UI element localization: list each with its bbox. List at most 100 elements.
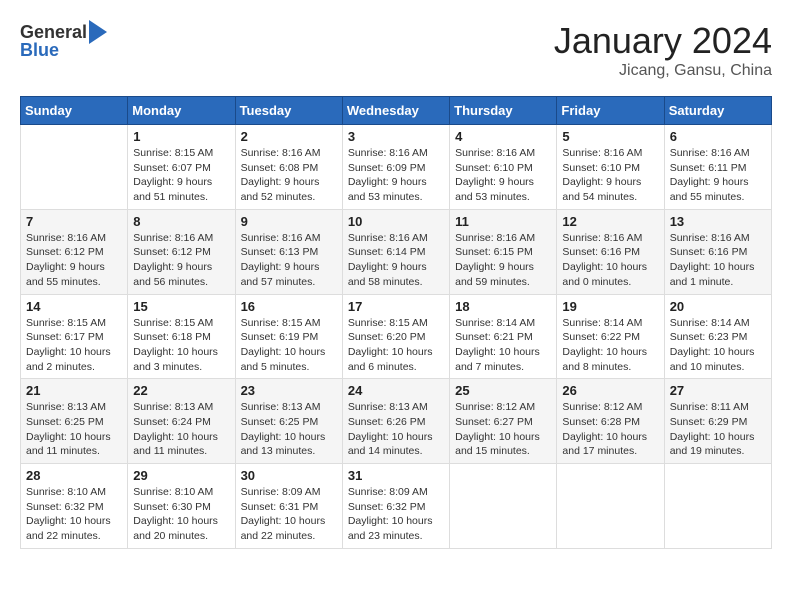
day-info: Sunrise: 8:16 AM Sunset: 6:09 PM Dayligh… [348,146,444,205]
day-number: 18 [455,299,551,314]
day-number: 21 [26,383,122,398]
day-number: 11 [455,214,551,229]
day-info: Sunrise: 8:15 AM Sunset: 6:07 PM Dayligh… [133,146,229,205]
calendar-cell: 22Sunrise: 8:13 AM Sunset: 6:24 PM Dayli… [128,379,235,464]
day-info: Sunrise: 8:16 AM Sunset: 6:14 PM Dayligh… [348,231,444,290]
title-block: January 2024 Jicang, Gansu, China [554,20,772,80]
day-info: Sunrise: 8:16 AM Sunset: 6:16 PM Dayligh… [562,231,658,290]
day-number: 27 [670,383,766,398]
day-number: 1 [133,129,229,144]
day-info: Sunrise: 8:16 AM Sunset: 6:10 PM Dayligh… [562,146,658,205]
calendar-cell [450,464,557,549]
day-number: 24 [348,383,444,398]
calendar-cell: 4Sunrise: 8:16 AM Sunset: 6:10 PM Daylig… [450,125,557,210]
calendar-cell: 11 Sunrise: 8:16 AM Sunset: 6:15 PM Dayli… [450,209,557,294]
day-info: Sunrise: 8:16 AM Sunset: 6:12 PM Dayligh… [26,231,122,290]
calendar-cell: 13Sunrise: 8:16 AM Sunset: 6:16 PM Dayli… [664,209,771,294]
calendar-cell: 6 Sunrise: 8:16 AM Sunset: 6:11 PM Daylig… [664,125,771,210]
calendar-cell [557,464,664,549]
calendar-cell: 24 Sunrise: 8:13 AM Sunset: 6:26 PM Dayli… [342,379,449,464]
day-info: Sunrise: 8:15 AM Sunset: 6:19 PM Dayligh… [241,316,337,375]
calendar-cell: 26Sunrise: 8:12 AM Sunset: 6:28 PM Dayli… [557,379,664,464]
day-number: 23 [241,383,337,398]
weekday-header-tuesday: Tuesday [235,97,342,125]
calendar-cell: 10 Sunrise: 8:16 AM Sunset: 6:14 PM Dayli… [342,209,449,294]
day-number: 26 [562,383,658,398]
day-info: Sunrise: 8:15 AM Sunset: 6:17 PM Dayligh… [26,316,122,375]
day-info: Sunrise: 8:16 AM Sunset: 6:12 PM Dayligh… [133,231,229,290]
calendar-week-row: 7 Sunrise: 8:16 AM Sunset: 6:12 PM Daylig… [21,209,772,294]
day-info: Sunrise: 8:15 AM Sunset: 6:18 PM Dayligh… [133,316,229,375]
month-title: January 2024 [554,20,772,62]
calendar-cell: 17Sunrise: 8:15 AM Sunset: 6:20 PM Dayli… [342,294,449,379]
day-info: Sunrise: 8:09 AM Sunset: 6:32 PM Dayligh… [348,485,444,544]
day-info: Sunrise: 8:13 AM Sunset: 6:25 PM Dayligh… [241,400,337,459]
calendar-cell: 27Sunrise: 8:11 AM Sunset: 6:29 PM Dayli… [664,379,771,464]
day-number: 15 [133,299,229,314]
weekday-header-wednesday: Wednesday [342,97,449,125]
day-number: 8 [133,214,229,229]
day-number: 30 [241,468,337,483]
calendar-cell: 7 Sunrise: 8:16 AM Sunset: 6:12 PM Daylig… [21,209,128,294]
calendar-week-row: 14 Sunrise: 8:15 AM Sunset: 6:17 PM Dayli… [21,294,772,379]
weekday-header-sunday: Sunday [21,97,128,125]
day-number: 19 [562,299,658,314]
calendar-cell: 9Sunrise: 8:16 AM Sunset: 6:13 PM Daylig… [235,209,342,294]
day-info: Sunrise: 8:14 AM Sunset: 6:23 PM Dayligh… [670,316,766,375]
day-info: Sunrise: 8:13 AM Sunset: 6:26 PM Dayligh… [348,400,444,459]
calendar-cell: 12 Sunrise: 8:16 AM Sunset: 6:16 PM Dayli… [557,209,664,294]
day-info: Sunrise: 8:14 AM Sunset: 6:22 PM Dayligh… [562,316,658,375]
weekday-header-row: SundayMondayTuesdayWednesdayThursdayFrid… [21,97,772,125]
calendar-cell: 29 Sunrise: 8:10 AM Sunset: 6:30 PM Dayli… [128,464,235,549]
day-number: 14 [26,299,122,314]
day-number: 10 [348,214,444,229]
location-text: Jicang, Gansu, China [554,62,772,80]
day-info: Sunrise: 8:16 AM Sunset: 6:08 PM Dayligh… [241,146,337,205]
day-info: Sunrise: 8:16 AM Sunset: 6:13 PM Dayligh… [241,231,337,290]
day-info: Sunrise: 8:10 AM Sunset: 6:32 PM Dayligh… [26,485,122,544]
calendar-week-row: 21 Sunrise: 8:13 AM Sunset: 6:25 PM Dayli… [21,379,772,464]
calendar-week-row: 28 Sunrise: 8:10 AM Sunset: 6:32 PM Dayli… [21,464,772,549]
day-info: Sunrise: 8:16 AM Sunset: 6:15 PM Dayligh… [455,231,551,290]
day-info: Sunrise: 8:09 AM Sunset: 6:31 PM Dayligh… [241,485,337,544]
day-info: Sunrise: 8:16 AM Sunset: 6:11 PM Dayligh… [670,146,766,205]
calendar-cell: 19 Sunrise: 8:14 AM Sunset: 6:22 PM Dayli… [557,294,664,379]
calendar-cell: 8 Sunrise: 8:16 AM Sunset: 6:12 PM Daylig… [128,209,235,294]
weekday-header-thursday: Thursday [450,97,557,125]
page-header: General Blue January 2024 Jicang, Gansu,… [20,20,772,80]
calendar-week-row: 1 Sunrise: 8:15 AM Sunset: 6:07 PM Daylig… [21,125,772,210]
day-info: Sunrise: 8:10 AM Sunset: 6:30 PM Dayligh… [133,485,229,544]
day-number: 16 [241,299,337,314]
calendar-cell: 5Sunrise: 8:16 AM Sunset: 6:10 PM Daylig… [557,125,664,210]
logo-arrow-icon [89,20,107,44]
day-number: 25 [455,383,551,398]
calendar-cell: 25 Sunrise: 8:12 AM Sunset: 6:27 PM Dayli… [450,379,557,464]
calendar-cell: 15 Sunrise: 8:15 AM Sunset: 6:18 PM Dayli… [128,294,235,379]
day-number: 7 [26,214,122,229]
calendar-cell: 21 Sunrise: 8:13 AM Sunset: 6:25 PM Dayli… [21,379,128,464]
calendar-cell: 2 Sunrise: 8:16 AM Sunset: 6:08 PM Daylig… [235,125,342,210]
day-info: Sunrise: 8:12 AM Sunset: 6:27 PM Dayligh… [455,400,551,459]
calendar-cell: 1 Sunrise: 8:15 AM Sunset: 6:07 PM Daylig… [128,125,235,210]
day-number: 2 [241,129,337,144]
calendar-cell: 18 Sunrise: 8:14 AM Sunset: 6:21 PM Dayli… [450,294,557,379]
weekday-header-saturday: Saturday [664,97,771,125]
calendar-cell: 23 Sunrise: 8:13 AM Sunset: 6:25 PM Dayli… [235,379,342,464]
day-number: 6 [670,129,766,144]
day-number: 28 [26,468,122,483]
day-info: Sunrise: 8:13 AM Sunset: 6:24 PM Dayligh… [133,400,229,459]
day-info: Sunrise: 8:14 AM Sunset: 6:21 PM Dayligh… [455,316,551,375]
day-number: 13 [670,214,766,229]
day-number: 20 [670,299,766,314]
day-number: 29 [133,468,229,483]
calendar-cell: 31Sunrise: 8:09 AM Sunset: 6:32 PM Dayli… [342,464,449,549]
calendar-cell [21,125,128,210]
day-number: 3 [348,129,444,144]
calendar-cell: 14 Sunrise: 8:15 AM Sunset: 6:17 PM Dayli… [21,294,128,379]
day-info: Sunrise: 8:13 AM Sunset: 6:25 PM Dayligh… [26,400,122,459]
calendar-cell: 16 Sunrise: 8:15 AM Sunset: 6:19 PM Dayli… [235,294,342,379]
calendar-cell: 28 Sunrise: 8:10 AM Sunset: 6:32 PM Dayli… [21,464,128,549]
day-number: 12 [562,214,658,229]
day-number: 4 [455,129,551,144]
calendar-cell: 30 Sunrise: 8:09 AM Sunset: 6:31 PM Dayli… [235,464,342,549]
